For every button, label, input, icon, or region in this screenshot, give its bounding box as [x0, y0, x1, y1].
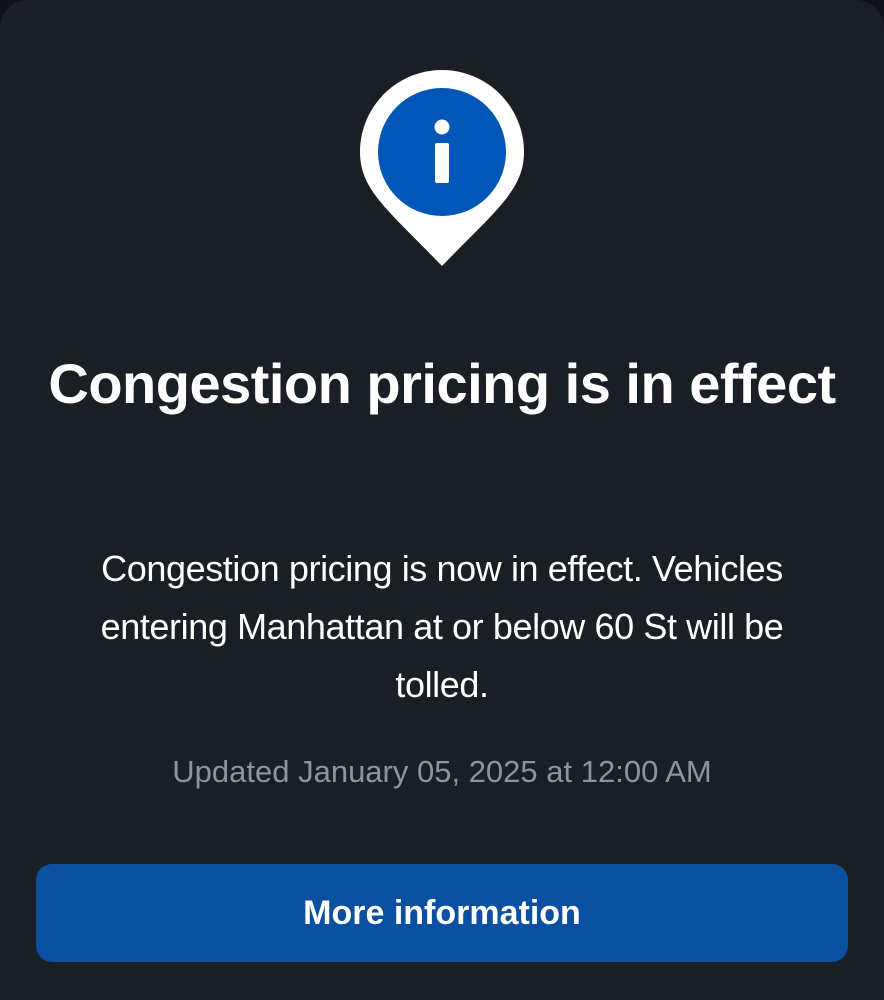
info-location-pin-icon — [360, 70, 524, 266]
info-stem — [435, 143, 449, 183]
updated-timestamp: Updated January 05, 2025 at 12:00 AM — [172, 754, 712, 789]
alert-card: Congestion pricing is in effect Congesti… — [0, 0, 884, 1000]
alert-message: Congestion pricing is now in effect. Veh… — [100, 548, 784, 705]
alert-title: Congestion pricing is in effect — [48, 352, 836, 415]
info-dot — [434, 119, 450, 135]
more-information-button[interactable]: More information — [36, 864, 848, 962]
